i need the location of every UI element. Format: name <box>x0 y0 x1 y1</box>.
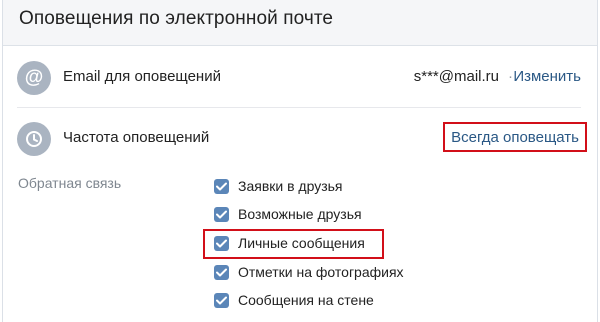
frequency-label: Частота оповещений <box>63 129 210 146</box>
panel-header: Оповещения по электронной почте <box>3 0 597 46</box>
checkbox-label: Отметки на фотографиях <box>238 264 404 280</box>
frequency-highlight: Всегда оповещать <box>443 122 587 152</box>
checkbox-checked-icon[interactable] <box>214 292 229 308</box>
email-value: s***@mail.ru <box>413 68 499 85</box>
frequency-dropdown-link[interactable]: Всегда оповещать <box>451 129 579 146</box>
checkbox-label: Возможные друзья <box>238 206 362 222</box>
private-messages-highlight <box>203 229 384 259</box>
checkbox-label: Заявки в друзья <box>238 178 343 194</box>
email-label: Email для оповещений <box>63 68 221 85</box>
checkbox-item[interactable]: Отметки на фотографиях <box>214 261 404 283</box>
checkbox-label: Сообщения на стене <box>238 292 374 308</box>
page-title: Оповещения по электронной почте <box>19 8 334 29</box>
at-sign-icon: @ <box>17 61 51 95</box>
feedback-label: Обратная связь <box>18 175 122 191</box>
checkbox-item[interactable]: Сообщения на стене <box>214 289 374 311</box>
checkbox-item[interactable]: Заявки в друзья <box>214 175 343 197</box>
email-row: @ Email для оповещений s***@mail.ru · Из… <box>17 47 581 108</box>
checkbox-checked-icon[interactable] <box>214 206 229 222</box>
checkbox-item[interactable]: Возможные друзья <box>214 203 362 225</box>
separator-dot: · <box>508 68 513 85</box>
change-email-link[interactable]: Изменить <box>513 68 581 85</box>
checkbox-checked-icon[interactable] <box>214 178 229 194</box>
frequency-row: Частота оповещений Всегда оповещать <box>17 108 587 168</box>
clock-icon <box>17 122 51 156</box>
checkbox-checked-icon[interactable] <box>214 264 229 280</box>
